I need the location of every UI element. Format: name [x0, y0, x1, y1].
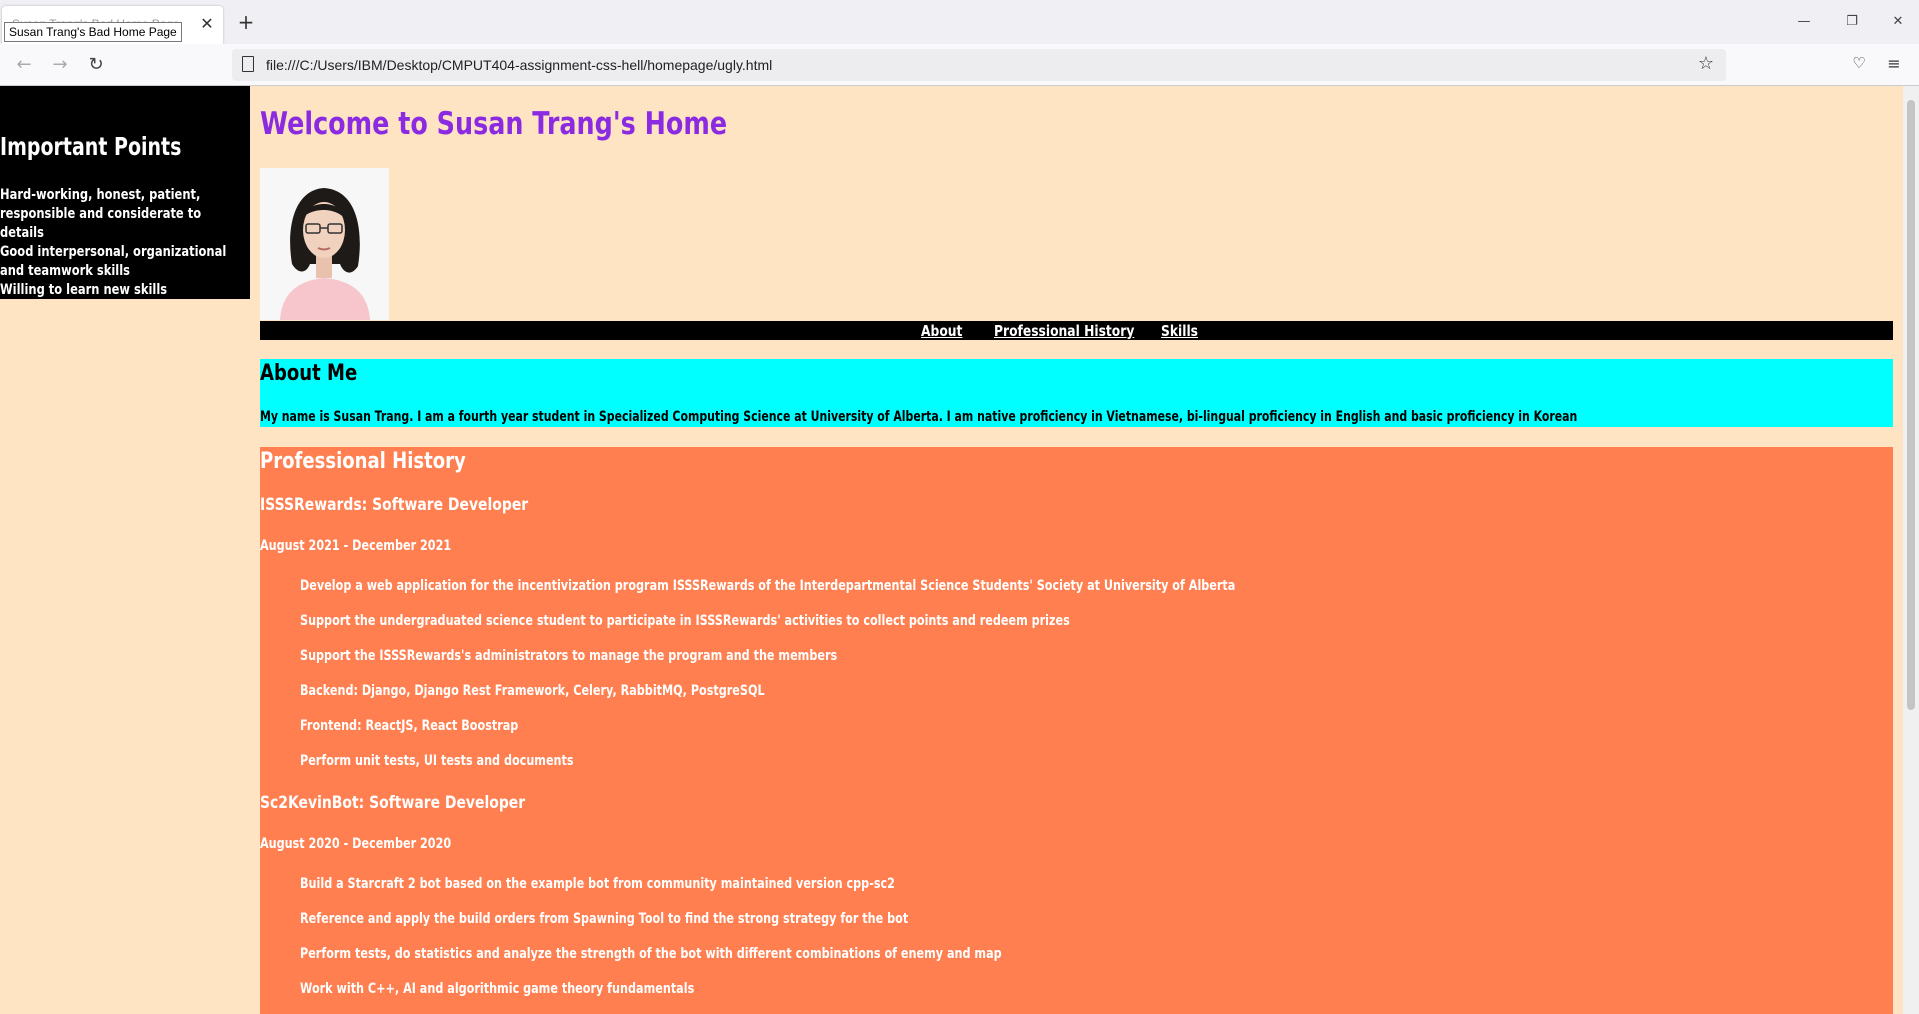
pocket-icon[interactable]: ♡	[1849, 54, 1869, 74]
nav-link-about[interactable]: About	[921, 322, 962, 340]
about-title: About Me	[260, 361, 358, 386]
page-icon	[242, 56, 254, 72]
page-scrollbar[interactable]	[1903, 86, 1919, 1014]
tab-tooltip: Susan Trang's Bad Home Page	[4, 22, 182, 42]
job-title: ISSSRewards: Software Developer	[260, 495, 529, 515]
nav-link-history[interactable]: Professional History	[994, 322, 1134, 340]
address-bar[interactable]: file:///C:/Users/IBM/Desktop/CMPUT404-as…	[232, 49, 1726, 81]
job-item: Work with C++, AI and algorithmic game t…	[300, 981, 695, 997]
scrollbar-thumb[interactable]	[1907, 100, 1915, 710]
job-title: Sc2KevinBot: Software Developer	[260, 793, 526, 813]
reload-icon[interactable]: ↻	[84, 54, 108, 76]
back-icon[interactable]: ←	[12, 54, 36, 76]
sidebar-line: Good interpersonal, organizational	[0, 244, 227, 260]
history-title: Professional History	[260, 449, 466, 474]
minimize-icon[interactable]: —	[1794, 12, 1814, 32]
sidebar-line: details	[0, 225, 44, 241]
browser-toolbar: ← → ↻ file:///C:/Users/IBM/Desktop/CMPUT…	[0, 44, 1919, 86]
job-item: Support the undergraduated science stude…	[300, 613, 1070, 629]
restore-icon[interactable]: ❐	[1842, 12, 1862, 32]
new-tab-icon[interactable]: +	[236, 12, 256, 32]
job-item: Perform unit tests, UI tests and documen…	[300, 753, 574, 769]
tab-strip: Susan Trang's Bad Home Page ✕ Susan Tran…	[0, 0, 1919, 44]
sidebar-list: Hard-working, honest, patient, responsib…	[0, 186, 226, 300]
job-item: Support the ISSSRewards's administrators…	[300, 648, 838, 664]
job-item: Backend: Django, Django Rest Framework, …	[300, 683, 765, 699]
job-item: Frontend: ReactJS, React Boostrap	[300, 718, 519, 734]
about-text: My name is Susan Trang. I am a fourth ye…	[260, 409, 1578, 425]
page-viewport: Important Points Hard-working, honest, p…	[0, 86, 1903, 1014]
sidebar-title: Important Points	[0, 132, 182, 161]
nav-link-skills[interactable]: Skills	[1161, 322, 1198, 340]
job-dates: August 2020 - December 2020	[260, 836, 452, 852]
job-item: Build a Starcraft 2 bot based on the exa…	[300, 876, 895, 892]
job-item: Reference and apply the build orders fro…	[300, 911, 909, 927]
hamburger-menu-icon[interactable]: ≡	[1884, 54, 1904, 74]
job-item: Perform tests, do statistics and analyze…	[300, 946, 1002, 962]
url-text[interactable]: file:///C:/Users/IBM/Desktop/CMPUT404-as…	[266, 57, 772, 73]
bookmark-star-icon[interactable]: ☆	[1698, 53, 1714, 74]
profile-photo	[260, 168, 389, 320]
sidebar-line: and teamwork skills	[0, 263, 131, 279]
page-title: Welcome to Susan Trang's Home	[260, 106, 728, 142]
window-close-icon[interactable]: ✕	[1888, 12, 1908, 32]
forward-icon[interactable]: →	[48, 54, 72, 76]
sidebar-line: responsible and considerate to	[0, 206, 202, 222]
job-dates: August 2021 - December 2021	[260, 538, 452, 554]
nav-menu: About Professional History Skills	[260, 321, 1893, 340]
important-points-sidebar: Important Points Hard-working, honest, p…	[0, 86, 250, 299]
sidebar-line: Hard-working, honest, patient,	[0, 187, 201, 203]
job-item: Develop a web application for the incent…	[300, 578, 1236, 594]
history-section: Professional History ISSSRewards: Softwa…	[260, 447, 1893, 1014]
about-section: About Me My name is Susan Trang. I am a …	[260, 359, 1893, 427]
sidebar-line: Willing to learn new skills	[0, 282, 168, 298]
close-icon[interactable]: ✕	[197, 14, 217, 34]
